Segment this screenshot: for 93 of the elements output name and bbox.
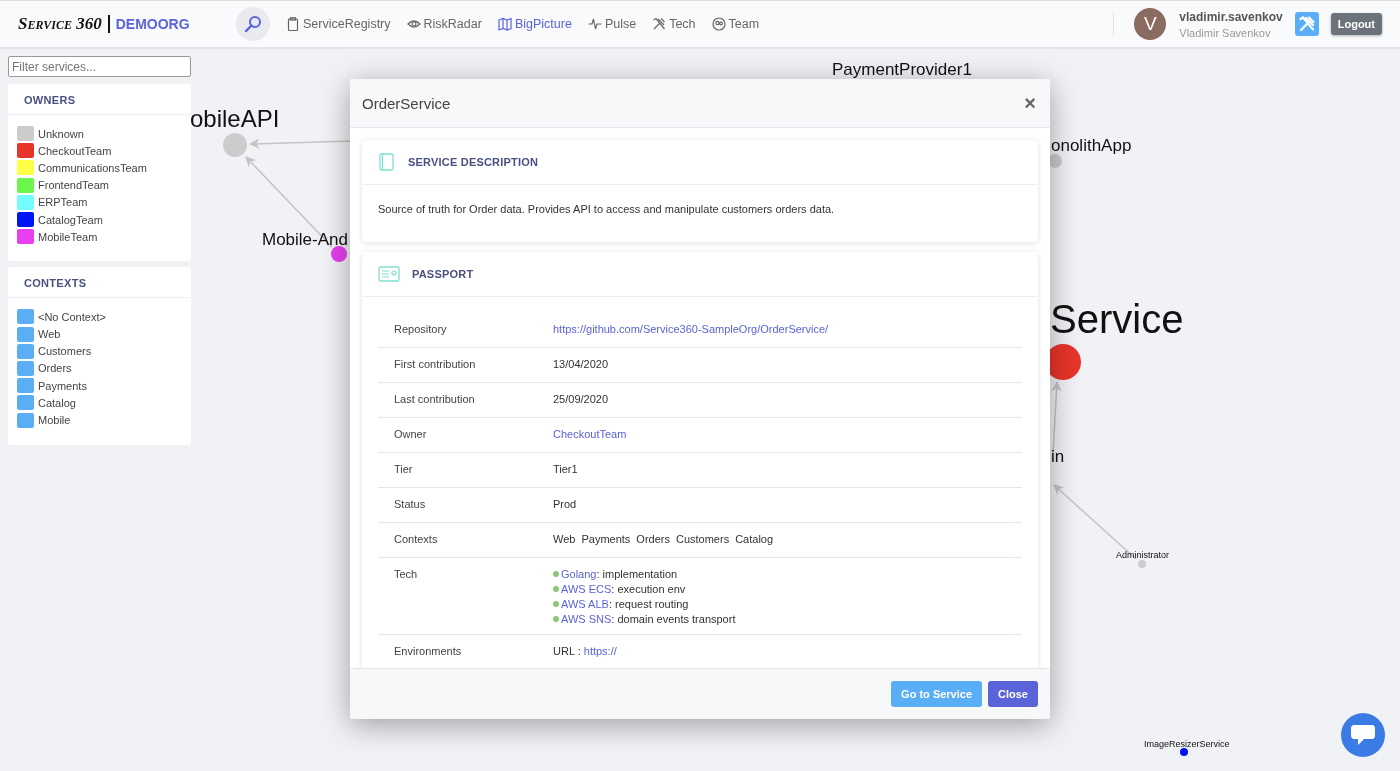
service-node[interactable] (1138, 560, 1146, 568)
url-link[interactable]: https:// (583, 645, 617, 657)
legend-label[interactable]: CommunicationsTeam (38, 161, 147, 174)
field-label: Environments (394, 645, 463, 659)
map-icon (497, 17, 512, 31)
field-label: Last contribution (394, 393, 476, 407)
context-tag: Web (553, 533, 576, 545)
dialog-title: OrderService (362, 94, 451, 112)
node-label: Administrator (1116, 550, 1169, 560)
close-button[interactable]: × (1022, 93, 1038, 113)
legend-label[interactable]: CatalogTeam (38, 213, 103, 226)
speech-bubble-icon (1350, 723, 1376, 747)
service-node[interactable] (331, 246, 347, 262)
settings-button[interactable] (1294, 12, 1319, 36)
user-name: Vladimir Savenkov (1179, 26, 1272, 39)
filter-input[interactable]: Filter services... (8, 56, 191, 77)
context-tag: Orders (636, 533, 670, 545)
legend-title: CONTEXTS (8, 267, 191, 299)
bullet-icon (553, 571, 559, 577)
node-label: onolithApp (1051, 136, 1132, 155)
org-name[interactable]: DEMOORG (115, 16, 190, 32)
eye-icon (406, 17, 421, 31)
description-text: Source of truth for Order data. Provides API to access and manipulate customers orders data. (377, 202, 836, 217)
legend-label[interactable]: Orders (38, 362, 72, 375)
team-icon (711, 17, 726, 31)
clipboard-icon (286, 17, 300, 31)
field-value: 13/04/2020 (553, 358, 609, 370)
nav-link[interactable]: BigPicture (497, 17, 572, 31)
legend-label[interactable]: Web (38, 328, 61, 341)
legend-label[interactable]: Catalog (38, 396, 76, 409)
node-label: obileAPI (190, 105, 280, 132)
field-label: Contexts (394, 533, 439, 547)
field-label: Owner (394, 428, 428, 442)
field-label: Tech (394, 568, 419, 582)
legend-label[interactable]: Mobile (38, 414, 71, 427)
nav-link[interactable]: Pulse (587, 17, 637, 31)
field-label: Status (394, 498, 427, 512)
book-icon (378, 153, 396, 171)
tools-icon (1298, 16, 1315, 32)
legend-label[interactable]: ERPTeam (38, 196, 88, 209)
field-value: 25/09/2020 (553, 393, 609, 405)
tools-icon (652, 17, 667, 31)
pulse-icon (587, 17, 602, 31)
legend-title: OWNERS (8, 84, 191, 115)
logo[interactable]: Service 360 (18, 15, 110, 33)
tech-item: AWS ECS: execution env (561, 583, 686, 595)
service-node[interactable] (223, 133, 247, 157)
field-link[interactable]: CheckoutTeam (553, 428, 627, 440)
bullet-icon (553, 601, 559, 607)
node-label: Mobile-And (262, 230, 348, 249)
legend-label[interactable]: Payments (38, 379, 87, 392)
tech-item: AWS SNS: domain events transport (561, 613, 736, 625)
nav-link[interactable]: RiskRadar (406, 17, 482, 31)
node-label: in (1051, 447, 1065, 466)
logout-button[interactable]: Logout (1330, 13, 1382, 35)
context-tag: Customers (675, 533, 730, 545)
bullet-icon (553, 616, 559, 622)
legend-label[interactable]: Unknown (38, 127, 84, 140)
service-node[interactable] (1048, 154, 1062, 168)
user-login: vladimir.savenkov (1179, 9, 1283, 24)
legend-label[interactable]: Customers (38, 345, 92, 358)
nav-link[interactable]: Tech (652, 17, 696, 31)
node-label: PaymentProvider1 (832, 60, 972, 79)
legend-label[interactable]: <No Context> (38, 310, 106, 323)
service-node[interactable] (1180, 748, 1188, 756)
environment-url: URL : https:// (553, 645, 617, 657)
dialog-button[interactable]: Close (988, 681, 1038, 707)
tech-item: Golang: implementation (561, 568, 678, 580)
nav-link[interactable]: Team (711, 17, 760, 31)
search-button[interactable] (236, 7, 270, 41)
avatar: V (1134, 8, 1167, 40)
bullet-icon (553, 586, 559, 592)
nav-link[interactable]: ServiceRegistry (286, 17, 391, 31)
field-label: Repository (394, 323, 448, 337)
id-card-icon (378, 266, 400, 282)
legend-label[interactable]: FrontendTeam (38, 179, 109, 192)
field-value: Tier1 (553, 463, 578, 475)
card-title: SERVICE DESCRIPTION (408, 156, 539, 168)
context-tag: Payments (581, 533, 631, 545)
field-label: Tier (394, 463, 414, 477)
node-label: Service (1050, 297, 1184, 341)
field-value: Prod (553, 498, 577, 510)
field-link[interactable]: https://github.com/Service360-SampleOrg/OrderService/ (553, 323, 829, 335)
context-tag: Catalog (735, 533, 774, 545)
search-icon (244, 15, 262, 33)
card-title: PASSPORT (412, 268, 474, 280)
tech-item: AWS ALB: request routing (561, 598, 689, 610)
field-label: First contribution (394, 358, 477, 372)
technology-link[interactable]: AWS ALB (561, 598, 609, 610)
node-label: ImageResizerService (1144, 739, 1230, 749)
legend-label[interactable]: MobileTeam (38, 230, 98, 243)
chat-button[interactable] (1341, 713, 1385, 757)
legend-label[interactable]: CheckoutTeam (38, 144, 112, 157)
